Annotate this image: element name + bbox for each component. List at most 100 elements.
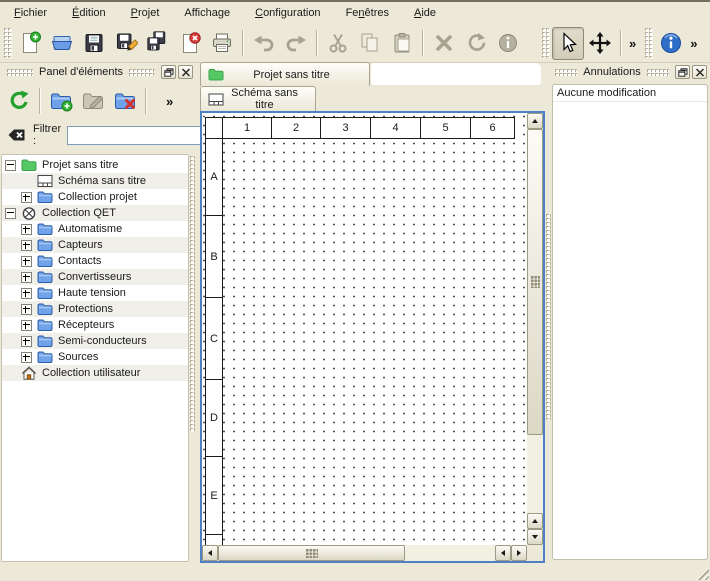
tree-item-semi-conducteurs[interactable]: Semi-conducteurs [2, 333, 188, 349]
menu-projet[interactable]: Projet [123, 4, 168, 22]
select-mode-button[interactable] [552, 27, 584, 60]
toolbar-drag-handle[interactable] [645, 28, 653, 58]
expand-expander[interactable] [21, 272, 32, 283]
close-file-button[interactable] [174, 27, 206, 60]
open-file-button[interactable] [46, 27, 78, 60]
tree-item-protections[interactable]: Protections [2, 301, 188, 317]
scroll-up-button[interactable] [527, 113, 543, 129]
menu-configuration[interactable]: Configuration [247, 4, 328, 22]
project-folder-icon [21, 158, 37, 172]
tree-item-collection-qet[interactable]: Collection QET [2, 205, 188, 221]
undo-history-item[interactable]: Aucune modification [553, 85, 707, 102]
diagram-canvas[interactable]: 1 2 3 4 5 6 A B C D E [202, 113, 527, 545]
save-button[interactable] [78, 27, 110, 60]
scroll-left-button-2[interactable] [495, 545, 511, 561]
dock-float-button[interactable] [675, 65, 690, 79]
schema-tab-label: Schéma sans titre [230, 87, 299, 111]
row-header-E: E [205, 456, 223, 535]
tree-item-recepteurs[interactable]: Récepteurs [2, 317, 188, 333]
tree-item-contacts[interactable]: Contacts [2, 253, 188, 269]
menu-fichier[interactable]: Fichier [6, 4, 55, 22]
copy-button[interactable] [354, 27, 386, 60]
menu-edition[interactable]: Édition [64, 4, 114, 22]
toolbar-drag-handle[interactable] [4, 28, 12, 58]
expand-expander[interactable] [21, 240, 32, 251]
elements-panel-titlebar[interactable]: Panel d'éléments [0, 62, 196, 82]
menu-fenetres[interactable]: Fenêtres [338, 4, 397, 22]
cut-button[interactable] [322, 27, 354, 60]
tree-item-haute-tension[interactable]: Haute tension [2, 285, 188, 301]
scroll-left-button[interactable] [202, 545, 218, 561]
edit-category-button[interactable] [77, 85, 109, 118]
tree-item-projet-sans-titre[interactable]: Projet sans titre [2, 157, 188, 173]
redo-button[interactable] [280, 27, 312, 60]
clear-filter-icon [7, 127, 27, 143]
collapse-expander[interactable] [5, 208, 16, 219]
cursor-arrow-icon [556, 31, 580, 55]
titlebar-texture [555, 69, 577, 76]
expand-expander[interactable] [21, 256, 32, 267]
reload-collections-button[interactable] [3, 85, 35, 118]
save-as-button[interactable] [110, 27, 142, 60]
arrow-left-icon [501, 550, 505, 556]
tree-item-schema-sans-titre[interactable]: Schéma sans titre [2, 173, 188, 189]
collapse-expander[interactable] [5, 160, 16, 171]
dock-close-button[interactable] [692, 65, 707, 79]
save-all-button[interactable] [142, 27, 174, 60]
project-infos-button[interactable] [655, 27, 687, 60]
menu-bar: Fichier Édition Projet Affichage Configu… [0, 2, 710, 24]
toolbar-overflow-button[interactable]: » [687, 36, 700, 51]
element-infos-button[interactable] [492, 27, 524, 60]
tree-item-automatisme[interactable]: Automatisme [2, 221, 188, 237]
dock-float-button[interactable] [161, 65, 176, 79]
horizontal-scroll-thumb[interactable] [218, 545, 405, 561]
horizontal-scrollbar[interactable] [202, 545, 527, 561]
undo-dock-titlebar[interactable]: Annulations [548, 62, 710, 82]
tree-item-collection-utilisateur[interactable]: Collection utilisateur [2, 365, 188, 381]
scroll-up-button-2[interactable] [527, 513, 543, 529]
pan-mode-button[interactable] [584, 27, 616, 60]
print-button[interactable] [206, 27, 238, 60]
tree-item-sources[interactable]: Sources [2, 349, 188, 365]
tree-item-capteurs[interactable]: Capteurs [2, 237, 188, 253]
paste-button[interactable] [386, 27, 418, 60]
expand-expander[interactable] [21, 224, 32, 235]
vertical-scrollbar[interactable] [527, 113, 543, 545]
toolbar-overflow-button[interactable]: » [626, 36, 639, 51]
expand-expander[interactable] [21, 192, 32, 203]
toolbar-separator [145, 88, 147, 114]
cut-icon [326, 31, 350, 55]
panel-overflow-button[interactable]: » [163, 94, 176, 109]
new-document-button[interactable] [14, 27, 46, 60]
menu-aide[interactable]: Aide [406, 4, 444, 22]
tree-item-convertisseurs[interactable]: Convertisseurs [2, 269, 188, 285]
tab-schema-sans-titre[interactable]: Schéma sans titre [200, 86, 316, 111]
save-icon [82, 31, 106, 55]
expand-expander[interactable] [21, 336, 32, 347]
project-folder-icon [208, 68, 224, 81]
left-splitter-handle[interactable] [190, 156, 195, 432]
filter-input[interactable] [67, 126, 217, 145]
new-category-button[interactable] [45, 85, 77, 118]
expand-expander[interactable] [21, 352, 32, 363]
delete-category-button[interactable] [109, 85, 141, 118]
toolbar-drag-handle[interactable] [542, 28, 550, 58]
save-as-icon [114, 31, 138, 55]
window-resize-grip[interactable] [695, 566, 709, 580]
toolbar-separator [39, 88, 41, 114]
dock-close-button[interactable] [178, 65, 193, 79]
delete-button[interactable] [428, 27, 460, 60]
scroll-down-button[interactable] [527, 529, 543, 545]
scroll-right-button[interactable] [511, 545, 527, 561]
expand-expander[interactable] [21, 304, 32, 315]
vertical-scroll-thumb[interactable] [527, 129, 543, 435]
tab-projet-sans-titre[interactable]: Projet sans titre [200, 62, 370, 86]
folder-icon [37, 334, 53, 348]
tree-item-collection-projet[interactable]: Collection projet [2, 189, 188, 205]
undo-button[interactable] [248, 27, 280, 60]
menu-affichage[interactable]: Affichage [176, 4, 238, 22]
expand-expander[interactable] [21, 320, 32, 331]
expand-expander[interactable] [21, 288, 32, 299]
clear-filter-button[interactable] [7, 127, 27, 143]
rotate-button[interactable] [460, 27, 492, 60]
